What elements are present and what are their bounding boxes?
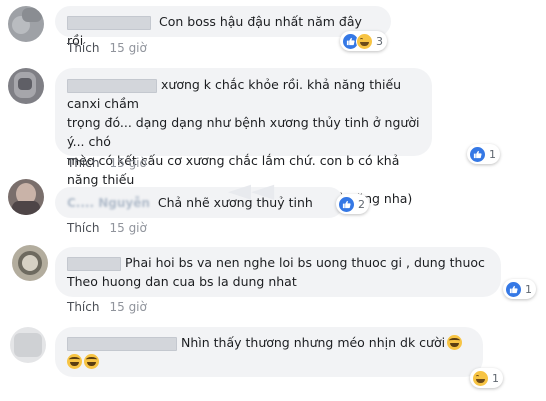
watermark-logo: ◄◄ [228,173,275,208]
author-name[interactable]: C.... Nguyễn [67,196,150,210]
like-link[interactable]: Thích [67,156,99,170]
like-icon [505,280,522,298]
like-icon [469,145,486,163]
comment-item: C.... Nguyễn Chả nhẽ xương thuỷ tinh ◄◄ … [0,173,546,239]
reaction-summary[interactable]: 1 [503,279,536,299]
reaction-count: 2 [358,197,365,211]
comment-text-line: trọng đó... dạng dạng như bệnh xương thủ… [67,115,420,149]
comment-meta: Thích 15 giờ [67,300,147,314]
author-name-redacted[interactable] [67,256,121,271]
comment-bubble: xương k chắc khỏe rồi. khả năng thiếu ca… [55,68,432,206]
comment-text-line: Phai hoi bs va nen nghe loi bs uong thuo… [125,255,485,270]
comment-bubble: Con boss hậu đậu nhất năm đây rồi [55,6,391,48]
comment-bubble: C.... Nguyễn Chả nhẽ xương thuỷ tinh [55,187,344,218]
haha-icon [356,32,373,50]
comment-meta: Thích 15 giờ [67,221,147,235]
laughing-emoji-icon [67,354,82,369]
reaction-summary[interactable]: 3 [340,31,387,51]
comment-bubble: Nhìn thấy thương nhưng méo nhịn dk cười [55,327,483,377]
haha-icon [472,369,489,387]
author-name-redacted[interactable] [67,336,177,351]
timestamp[interactable]: 15 giờ [109,156,146,170]
timestamp[interactable]: 15 giờ [109,41,146,55]
like-link[interactable]: Thích [67,221,99,235]
author-name-redacted[interactable] [67,78,157,93]
avatar[interactable] [12,245,48,281]
comment-meta: Thích 15 giờ [67,156,147,170]
timestamp[interactable]: 15 giờ [109,300,146,314]
avatar[interactable] [10,327,46,363]
reaction-summary[interactable]: 1 [470,368,503,388]
avatar[interactable] [8,179,44,215]
laughing-emoji-icon [447,335,463,350]
comment-item: Phai hoi bs va nen nghe loi bs uong thuo… [0,239,546,321]
comment-text-line: Theo huong dan cua bs la dung nhat [67,274,297,289]
reaction-summary[interactable]: 1 [467,144,500,164]
comment-bubble: Phai hoi bs va nen nghe loi bs uong thuo… [55,247,501,297]
comment-item: Nhìn thấy thương nhưng méo nhịn dk cười … [0,321,546,401]
comment-item: xương k chắc khỏe rồi. khả năng thiếu ca… [0,62,546,206]
comment-text: Nhìn thấy thương nhưng méo nhịn dk cười [181,335,446,350]
timestamp[interactable]: 15 giờ [109,221,146,235]
like-link[interactable]: Thích [67,41,99,55]
comment-meta: Thích 15 giờ [67,41,147,55]
comment-item: Con boss hậu đậu nhất năm đây rồi 3 Thíc… [0,0,546,62]
reaction-count: 1 [489,147,496,161]
avatar[interactable] [8,6,44,42]
reaction-count: 3 [376,34,383,48]
reaction-count: 1 [492,371,499,385]
like-icon [338,195,355,213]
reaction-count: 1 [525,282,532,296]
reaction-summary[interactable]: 2 [336,194,369,214]
laughing-emoji-icon [84,354,99,369]
like-link[interactable]: Thích [67,300,99,314]
author-name-redacted[interactable] [67,15,151,30]
avatar[interactable] [8,68,44,104]
